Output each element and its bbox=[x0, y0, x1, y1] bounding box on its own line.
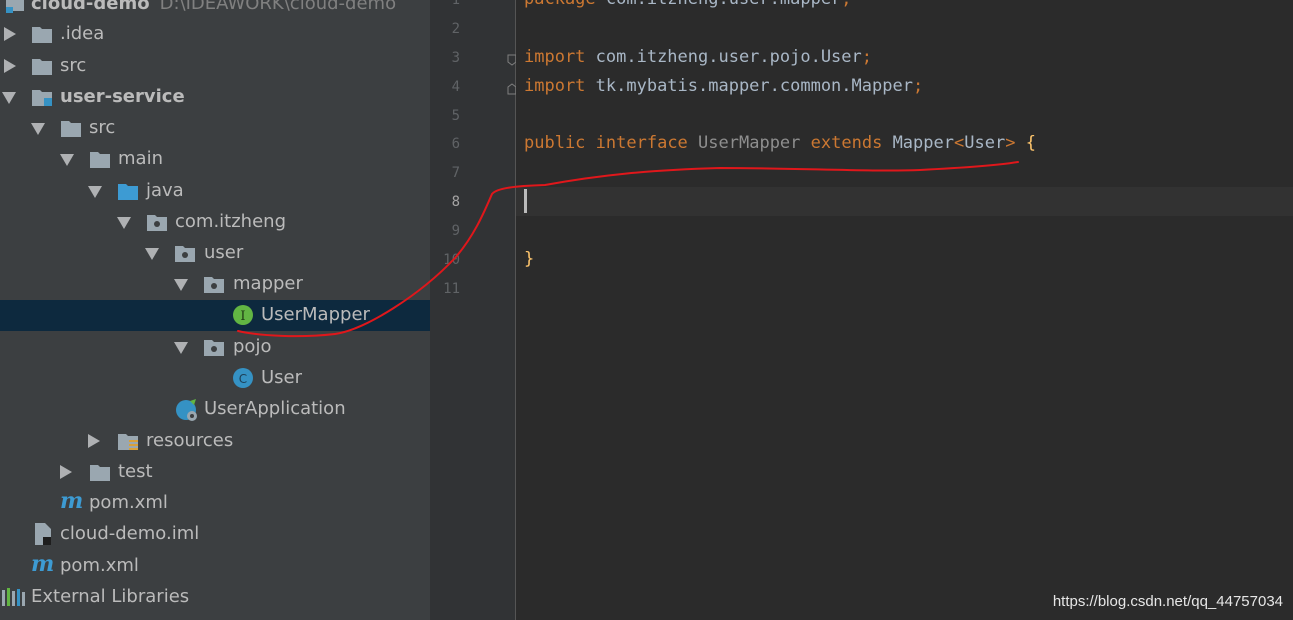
module-icon bbox=[32, 88, 52, 106]
resources-folder-icon bbox=[118, 432, 138, 450]
tree-item-usermapper[interactable]: I UserMapper bbox=[0, 300, 430, 331]
tree-item-java[interactable]: java bbox=[0, 176, 430, 207]
expanded-arrow-icon[interactable] bbox=[174, 342, 188, 354]
line-number: 10 bbox=[443, 252, 460, 268]
tree-item-label: user bbox=[204, 242, 244, 263]
tree-item-mapper[interactable]: mapper bbox=[0, 269, 430, 300]
root-path: D:\IDEAWORK\cloud-demo bbox=[159, 0, 397, 14]
tree-item-src-nested[interactable]: src bbox=[0, 113, 430, 144]
expanded-arrow-icon[interactable] bbox=[117, 217, 131, 229]
source-folder-icon bbox=[118, 182, 138, 200]
tree-item-userapplication[interactable]: UserApplication bbox=[0, 394, 430, 425]
svg-text:m: m bbox=[31, 553, 54, 575]
tree-item-label: UserMapper bbox=[261, 304, 370, 325]
code-line-10: } bbox=[524, 249, 535, 269]
tree-item-external-libraries[interactable]: External Libraries bbox=[0, 582, 430, 613]
project-tree: cloud-demo D:\IDEAWORK\cloud-demo .idea s… bbox=[0, 0, 430, 620]
svg-text:I: I bbox=[240, 309, 245, 324]
package-icon bbox=[147, 213, 167, 231]
line-number-current: 8 bbox=[451, 194, 460, 210]
tree-item-pojo[interactable]: pojo bbox=[0, 332, 430, 363]
folder-icon bbox=[32, 57, 52, 75]
line-number: 4 bbox=[451, 79, 460, 95]
svg-text:m: m bbox=[60, 490, 83, 512]
line-number: 7 bbox=[451, 165, 460, 181]
tree-item-user-service[interactable]: user-service bbox=[0, 82, 430, 113]
code-line-3: import com.itzheng.user.pojo.User; bbox=[524, 47, 873, 67]
line-number: 9 bbox=[451, 223, 460, 239]
spring-boot-class-icon bbox=[176, 399, 197, 421]
tree-item-user[interactable]: user bbox=[0, 238, 430, 269]
expanded-arrow-icon[interactable] bbox=[88, 186, 102, 198]
expanded-arrow-icon[interactable] bbox=[60, 154, 74, 166]
folder-icon bbox=[32, 25, 52, 43]
tree-item-label: User bbox=[261, 367, 303, 388]
tree-item-label: pom.xml bbox=[89, 492, 168, 513]
collapsed-arrow-icon[interactable] bbox=[60, 465, 72, 479]
line-number: 2 bbox=[451, 21, 460, 37]
tree-item-root-pom[interactable]: m pom.xml bbox=[0, 551, 430, 582]
tree-item-iml[interactable]: cloud-demo.iml bbox=[0, 519, 430, 550]
expanded-arrow-icon[interactable] bbox=[2, 92, 16, 104]
tree-item-label: java bbox=[146, 180, 184, 201]
libraries-icon bbox=[2, 588, 25, 606]
tree-item-label: .idea bbox=[60, 23, 105, 44]
folder-icon bbox=[90, 463, 110, 481]
current-line-highlight bbox=[516, 187, 1293, 216]
interface-icon: I bbox=[233, 305, 253, 325]
tree-item-label: main bbox=[118, 148, 163, 169]
tree-item-test[interactable]: test bbox=[0, 457, 430, 488]
tree-item-com-itzheng[interactable]: com.itzheng bbox=[0, 207, 430, 238]
expanded-arrow-icon[interactable] bbox=[174, 279, 188, 291]
tree-item-label: mapper bbox=[233, 273, 303, 294]
line-number: 3 bbox=[451, 50, 460, 66]
tree-item-label: src bbox=[60, 55, 87, 76]
package-icon bbox=[175, 244, 195, 262]
line-number: 1 bbox=[451, 0, 460, 8]
tree-item-label: UserApplication bbox=[204, 398, 346, 419]
watermark-text: https://blog.csdn.net/qq_44757034 bbox=[1052, 593, 1283, 610]
tree-item-label: cloud-demo.iml bbox=[60, 523, 200, 544]
tree-item-idea[interactable]: .idea bbox=[0, 19, 430, 50]
code-line-4: import tk.mybatis.mapper.common.Mapper; bbox=[524, 76, 924, 96]
code-editor[interactable]: package com.itzheng.user.mapper; import … bbox=[516, 0, 1293, 620]
collapsed-arrow-icon[interactable] bbox=[4, 27, 16, 41]
collapsed-arrow-icon[interactable] bbox=[88, 434, 100, 448]
tree-item-src[interactable]: src bbox=[0, 51, 430, 82]
package-icon bbox=[204, 275, 224, 293]
code-line-6: public interface UserMapper extends Mapp… bbox=[524, 133, 1036, 153]
maven-icon: m bbox=[31, 551, 57, 577]
class-icon: C bbox=[233, 368, 253, 388]
collapsed-arrow-icon[interactable] bbox=[4, 59, 16, 73]
package-icon bbox=[204, 338, 224, 356]
editor-gutter: 1 2 3 4 5 6 7 8 9 10 11 bbox=[430, 0, 517, 620]
tree-item-main[interactable]: main bbox=[0, 144, 430, 175]
tree-item-label: src bbox=[89, 117, 116, 138]
tree-item-label: pom.xml bbox=[60, 555, 139, 576]
root-label: cloud-demo bbox=[31, 0, 150, 14]
iml-file-icon bbox=[33, 523, 53, 545]
tree-item-label: External Libraries bbox=[31, 586, 190, 607]
tree-item-label: com.itzheng bbox=[175, 211, 286, 232]
svg-text:C: C bbox=[239, 372, 247, 386]
maven-icon: m bbox=[60, 488, 86, 514]
tree-item-module-pom[interactable]: m pom.xml bbox=[0, 488, 430, 519]
tree-item-label: user-service bbox=[60, 86, 185, 107]
expanded-arrow-icon[interactable] bbox=[145, 248, 159, 260]
tree-item-label: resources bbox=[146, 430, 234, 451]
line-number: 5 bbox=[451, 108, 460, 124]
tree-item-label: pojo bbox=[233, 336, 272, 357]
code-line-1: package com.itzheng.user.mapper; bbox=[524, 0, 852, 10]
text-caret bbox=[524, 189, 527, 213]
line-number: 6 bbox=[451, 136, 460, 152]
expanded-arrow-icon[interactable] bbox=[31, 123, 45, 135]
tree-item-root[interactable]: cloud-demo D:\IDEAWORK\cloud-demo bbox=[0, 0, 430, 20]
folder-icon bbox=[90, 150, 110, 168]
folder-icon bbox=[61, 119, 81, 137]
tree-item-resources[interactable]: resources bbox=[0, 426, 430, 457]
tree-item-label: test bbox=[118, 461, 153, 482]
tree-item-user-class[interactable]: C User bbox=[0, 363, 430, 394]
line-number: 11 bbox=[443, 281, 460, 297]
module-icon bbox=[6, 0, 26, 13]
